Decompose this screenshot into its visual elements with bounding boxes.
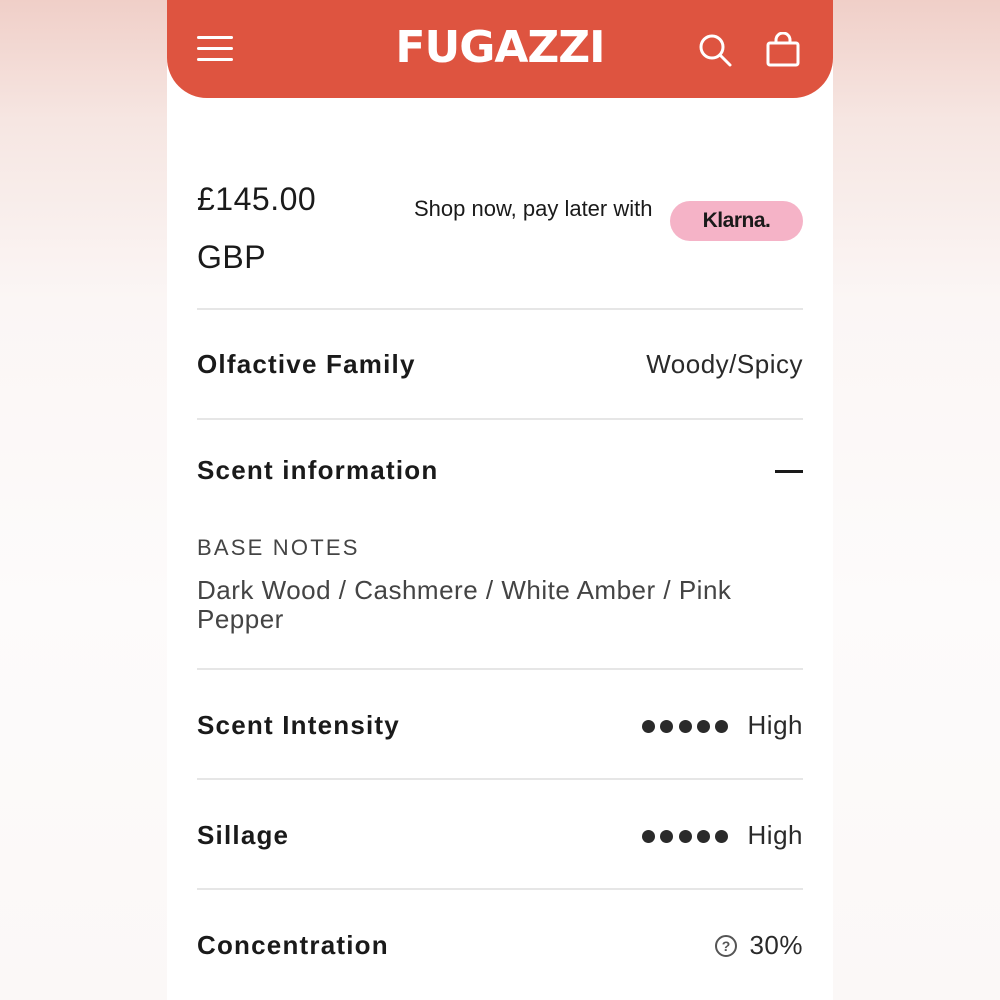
search-icon[interactable]: [697, 32, 733, 68]
scent-information-label[interactable]: Scent information: [197, 455, 438, 486]
divider: [197, 778, 803, 780]
rating-dot: [660, 829, 674, 843]
rating-dot: [642, 719, 655, 733]
sillage-rating: [642, 829, 728, 843]
product-price: £145.00 GBP: [197, 170, 377, 286]
rating-dot: [678, 719, 692, 733]
divider: [197, 418, 803, 420]
olfactive-family-label: Olfactive Family: [197, 349, 416, 379]
concentration-value: 30%: [749, 930, 803, 960]
divider: [197, 668, 803, 670]
site-header: FUGAZZI: [167, 0, 833, 98]
olfactive-family-value: Woody/Spicy: [646, 349, 803, 379]
brand-logo[interactable]: FUGAZZI: [167, 22, 833, 73]
price-amount: £145.00: [197, 181, 317, 217]
klarna-badge[interactable]: Klarna.: [670, 201, 803, 241]
shopping-bag-icon[interactable]: [765, 32, 801, 68]
sillage-label: Sillage: [197, 820, 290, 850]
question-circle-icon[interactable]: ?: [715, 935, 737, 957]
rating-dot: [696, 829, 710, 843]
klarna-message: Shop now, pay later with: [414, 196, 653, 221]
price-section: £145.00 GBP Shop now, pay later with Kla…: [197, 170, 803, 280]
concentration-label: Concentration: [197, 930, 389, 960]
price-currency: GBP: [197, 239, 267, 275]
base-notes-heading: BASE NOTES: [197, 535, 360, 560]
product-page: FUGAZZI £145.00 GBP Shop now, pay later …: [167, 0, 833, 1000]
divider: [197, 888, 803, 890]
scent-intensity-label: Scent Intensity: [197, 710, 400, 740]
rating-dot: [678, 829, 692, 843]
collapse-minus-icon[interactable]: [775, 470, 803, 473]
scent-intensity-rating: [642, 719, 728, 733]
rating-dot: [715, 719, 728, 733]
base-notes-list: Dark Wood / Cashmere / White Amber / Pin…: [197, 575, 732, 634]
divider: [197, 308, 803, 310]
rating-dot: [696, 719, 710, 733]
rating-dot: [660, 719, 674, 733]
sillage-value: High: [747, 820, 803, 850]
rating-dot: [715, 829, 728, 843]
scent-intensity-value: High: [747, 710, 803, 740]
rating-dot: [642, 829, 655, 843]
